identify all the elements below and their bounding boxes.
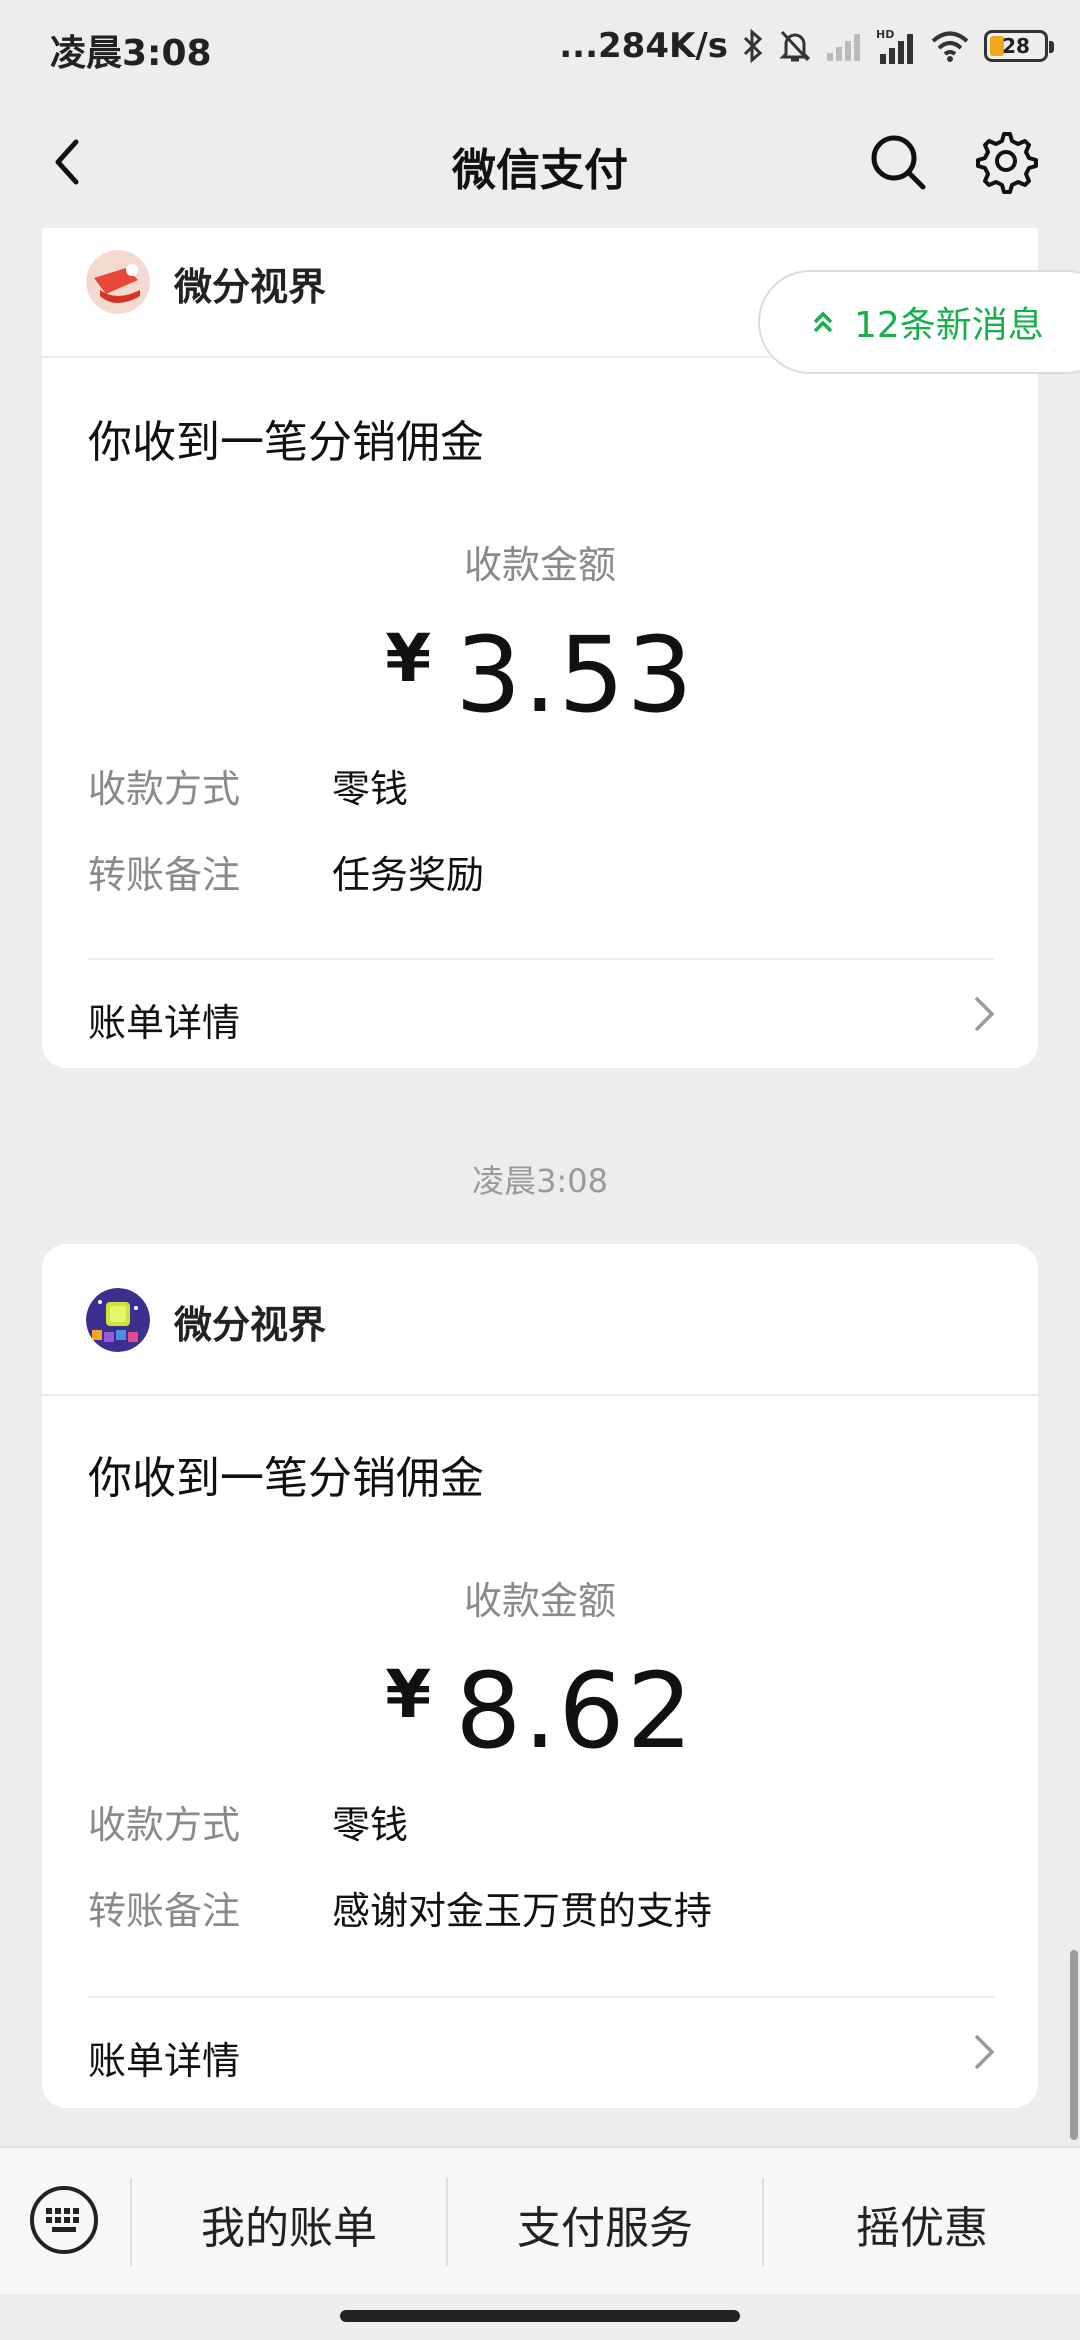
bottom-menu-bar: 我的账单 支付服务 摇优惠 (0, 2146, 1080, 2294)
gear-icon[interactable] (972, 128, 1038, 194)
status-icons: ...284K/s HD 28 (559, 22, 1054, 70)
new-messages-button[interactable]: 12条新消息 (758, 270, 1080, 374)
bill-details-link[interactable]: 账单详情 (88, 992, 240, 1047)
payment-method-value: 零钱 (332, 1803, 409, 1847)
svg-text:HD: HD (876, 28, 894, 41)
message-headline: 你收到一笔分销佣金 (88, 417, 484, 468)
transfer-note-value: 感谢对金玉万贯的支持 (332, 1889, 713, 1933)
signal-hd-icon: HD (876, 28, 913, 64)
network-speed: ...284K/s (559, 26, 728, 66)
signal-weak-icon (827, 34, 860, 61)
amount-value: ¥8.62 (42, 1650, 1038, 1772)
keyboard-icon[interactable] (28, 2184, 100, 2256)
merchant-name: 微分视界 (174, 265, 327, 309)
message-timestamp: 凌晨3:08 (472, 1162, 608, 1200)
currency-symbol: ¥ (385, 620, 434, 697)
amount-number: 8.62 (455, 1650, 695, 1772)
wifi-icon (931, 31, 969, 62)
status-bar: 凌晨3:08 ...284K/s HD 28 (0, 0, 1080, 96)
battery-indicator: 28 (984, 30, 1054, 62)
payment-method-value: 零钱 (332, 767, 409, 811)
double-chevron-up-icon (813, 311, 833, 333)
merchant-name: 微分视界 (174, 1303, 327, 1347)
amount-value: ¥3.53 (42, 614, 1038, 736)
payment-method-label: 收款方式 (88, 1803, 241, 1847)
transfer-note-label: 转账备注 (88, 1889, 241, 1933)
menu-payment-services[interactable]: 支付服务 (448, 2192, 762, 2256)
scrollbar[interactable] (1070, 1950, 1078, 2140)
amount-number: 3.53 (455, 614, 695, 736)
transfer-note-value: 任务奖励 (332, 853, 485, 897)
transfer-note-label: 转账备注 (88, 853, 241, 897)
divider (88, 958, 994, 960)
mute-bell-icon (779, 30, 811, 62)
menu-shake-offers[interactable]: 摇优惠 (764, 2192, 1080, 2256)
status-time: 凌晨3:08 (50, 33, 212, 74)
payment-method-label: 收款方式 (88, 767, 241, 811)
message-headline: 你收到一笔分销佣金 (88, 1453, 484, 1504)
title-bar: 微信支付 (0, 96, 1080, 228)
amount-label: 收款金额 (463, 1579, 616, 1623)
bill-details-link[interactable]: 账单详情 (88, 2030, 240, 2085)
payment-card: 微分视界 你收到一笔分销佣金 收款金额 ¥8.62 收款方式 零钱 转账备注 感… (42, 1244, 1038, 2108)
merchant-avatar (86, 250, 150, 314)
amount-label: 收款金额 (463, 543, 616, 587)
bluetooth-icon (743, 29, 763, 63)
chevron-right-icon[interactable] (968, 2032, 998, 2072)
new-messages-label: 12条新消息 (854, 305, 1044, 346)
chevron-right-icon[interactable] (968, 994, 998, 1034)
currency-symbol: ¥ (385, 1656, 434, 1733)
merchant-avatar (86, 1288, 150, 1352)
search-icon[interactable] (866, 130, 930, 194)
card-header[interactable]: 微分视界 (42, 1244, 1038, 1396)
menu-my-bills[interactable]: 我的账单 (132, 2192, 446, 2256)
divider (88, 1996, 994, 1998)
home-indicator[interactable] (340, 2310, 740, 2322)
